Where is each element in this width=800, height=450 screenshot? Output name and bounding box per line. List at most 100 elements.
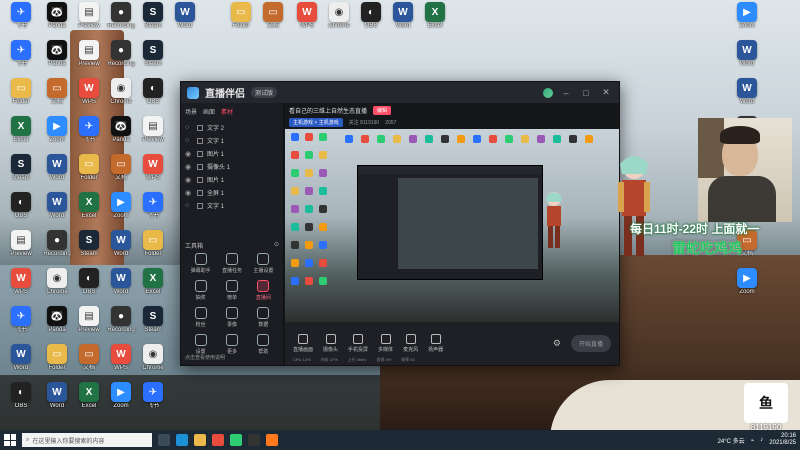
desktop-icon[interactable]: W Word bbox=[40, 154, 74, 182]
explorer-icon[interactable] bbox=[194, 434, 206, 446]
desktop-icon[interactable]: ▤ Preview bbox=[72, 2, 106, 30]
edge-icon[interactable] bbox=[176, 434, 188, 446]
bottom-toolbar-button[interactable]: 多媒体 bbox=[378, 334, 393, 353]
visibility-eye-icon[interactable]: ○ bbox=[185, 137, 193, 144]
desktop-icon[interactable]: ▤ Preview bbox=[136, 116, 170, 144]
weather-readout[interactable]: 24°C 多云 bbox=[718, 436, 745, 445]
visibility-eye-icon[interactable]: ◉ bbox=[185, 189, 193, 197]
desktop-icon[interactable]: W Word bbox=[40, 192, 74, 220]
desktop-icon[interactable]: ▭ 文档 bbox=[256, 2, 290, 30]
tool-button[interactable]: 数据 bbox=[248, 307, 279, 328]
bottom-toolbar-button[interactable]: 麦克风 bbox=[403, 334, 418, 353]
app-titlebar[interactable]: 直播伴侣 测试版 – □ ✕ bbox=[181, 82, 619, 103]
start-live-button[interactable]: 开始直播 bbox=[570, 335, 611, 352]
desktop-icon[interactable]: ◉Chrome bbox=[322, 2, 356, 30]
desktop-icon[interactable]: ◐ OBS bbox=[136, 78, 170, 106]
tool-button[interactable]: 设置 bbox=[185, 334, 216, 355]
edit-room-button[interactable]: 编辑 bbox=[373, 106, 392, 115]
desktop-icon[interactable]: ▭ 文档 bbox=[104, 154, 138, 182]
tool-button[interactable]: 更多 bbox=[216, 334, 247, 355]
desktop-icon[interactable]: W Word bbox=[168, 2, 202, 30]
visibility-eye-icon[interactable]: ◉ bbox=[185, 176, 193, 184]
desktop-icon[interactable]: W Word bbox=[730, 78, 764, 106]
bottom-toolbar-button[interactable]: 手机投屏 bbox=[348, 334, 368, 353]
desktop-icon[interactable]: W WPS bbox=[72, 78, 106, 106]
desktop-icon[interactable]: ◐ OBS bbox=[354, 2, 388, 30]
tool-button[interactable]: 粉丝 bbox=[185, 307, 216, 328]
desktop-icon[interactable]: ▭ Folder bbox=[224, 2, 258, 30]
visibility-eye-icon[interactable]: ○ bbox=[185, 124, 193, 131]
tab-view[interactable]: 画面 bbox=[203, 107, 215, 116]
desktop-icon[interactable]: ◐ OBS bbox=[72, 268, 106, 296]
desktop-icon[interactable]: W Word bbox=[104, 230, 138, 258]
bottom-toolbar-button[interactable]: 直播画面 bbox=[293, 334, 313, 353]
lock-icon[interactable] bbox=[197, 189, 203, 196]
scene-row[interactable]: ○ 文字 2 bbox=[185, 121, 279, 134]
tab-scene[interactable]: 场景 bbox=[185, 107, 197, 116]
desktop-icon[interactable]: ✈ 飞书 bbox=[4, 40, 38, 68]
desktop-icon[interactable]: 🐼Panda bbox=[104, 116, 138, 144]
desktop-icon[interactable]: S Steam bbox=[136, 306, 170, 334]
lock-icon[interactable] bbox=[197, 150, 203, 157]
desktop-icon[interactable]: ▤ Preview bbox=[72, 306, 106, 334]
taskbar-search[interactable]: ⌕ 在这里输入你要搜索的内容 bbox=[22, 433, 152, 447]
desktop-icon[interactable]: ▤ Preview bbox=[72, 40, 106, 68]
desktop-icon[interactable]: W Word bbox=[40, 382, 74, 410]
desktop-icon[interactable]: S Steam bbox=[136, 2, 170, 30]
desktop-icon[interactable]: ●Recording bbox=[104, 2, 138, 30]
desktop-icon[interactable]: ✈ 飞书 bbox=[4, 306, 38, 334]
settings-gear-icon[interactable]: ⚙ bbox=[553, 338, 561, 349]
desktop-icon[interactable]: ◉Chrome bbox=[104, 78, 138, 106]
scene-row[interactable]: ○ 文字 1 bbox=[185, 134, 279, 147]
live-app-icon[interactable] bbox=[266, 434, 278, 446]
tab-source[interactable]: 素材 bbox=[221, 107, 233, 116]
maximize-icon[interactable]: □ bbox=[579, 88, 593, 98]
visibility-eye-icon[interactable]: ○ bbox=[185, 202, 193, 209]
live-preview[interactable] bbox=[285, 129, 619, 324]
chrome-icon[interactable] bbox=[212, 434, 224, 446]
obs-icon[interactable] bbox=[248, 434, 260, 446]
desktop-icon[interactable]: ▶ Zoom bbox=[730, 2, 764, 30]
scene-row[interactable]: ○ 文字 1 bbox=[185, 199, 279, 212]
scene-row[interactable]: ◉ 摄像头 1 bbox=[185, 160, 279, 173]
tool-button[interactable]: 抽奖 bbox=[185, 280, 216, 301]
desktop-icon[interactable]: X Excel bbox=[4, 116, 38, 144]
desktop-icon[interactable]: ●Recording bbox=[40, 230, 74, 258]
tool-button[interactable]: 榜单 bbox=[216, 280, 247, 301]
desktop-icon[interactable]: ▭ Folder bbox=[72, 154, 106, 182]
desktop-icon[interactable]: ▤ Preview bbox=[4, 230, 38, 258]
user-avatar[interactable] bbox=[543, 87, 553, 98]
tool-button[interactable]: 直播间 bbox=[248, 280, 279, 301]
desktop-icon[interactable]: ▶ Zoom bbox=[40, 116, 74, 144]
bottom-toolbar-button[interactable]: 扬声器 bbox=[428, 334, 443, 353]
help-link[interactable]: 点击查看使用说明 bbox=[185, 354, 225, 361]
lock-icon[interactable] bbox=[197, 202, 203, 209]
desktop-icon[interactable]: 🐼Panda bbox=[40, 2, 74, 30]
desktop-icon[interactable]: ✈ 飞书 bbox=[136, 382, 170, 410]
desktop-icon[interactable]: X Excel bbox=[72, 192, 106, 220]
tool-button[interactable]: 帮助 bbox=[248, 334, 279, 355]
desktop-icon[interactable]: ▭ 文档 bbox=[72, 344, 106, 372]
desktop-icon[interactable]: W WPS bbox=[290, 2, 324, 30]
taskview-icon[interactable] bbox=[158, 434, 170, 446]
desktop-icon[interactable]: W WPS bbox=[136, 154, 170, 182]
clock[interactable]: 20:16 2021/8/25 bbox=[769, 433, 796, 447]
visibility-eye-icon[interactable]: ◉ bbox=[185, 150, 193, 158]
desktop-icon[interactable]: ◐ OBS bbox=[4, 382, 38, 410]
tool-button[interactable]: 主播设置 bbox=[248, 253, 279, 274]
desktop-icon[interactable]: ◉Chrome bbox=[136, 344, 170, 372]
tool-button[interactable]: 录像 bbox=[216, 307, 247, 328]
wechat-icon[interactable] bbox=[230, 434, 242, 446]
desktop-icon[interactable]: X Excel bbox=[72, 382, 106, 410]
network-icon[interactable]: ⌁ bbox=[751, 437, 755, 444]
desktop-icon[interactable]: W WPS bbox=[4, 268, 38, 296]
desktop-icon[interactable]: 🐼Panda bbox=[40, 40, 74, 68]
scene-row[interactable]: ◉ 全屏 1 bbox=[185, 186, 279, 199]
desktop-icon[interactable]: ●Recording bbox=[104, 40, 138, 68]
tool-button[interactable]: 弹幕助手 bbox=[185, 253, 216, 274]
desktop-icon[interactable]: ▭ Folder bbox=[136, 230, 170, 258]
desktop-icon[interactable]: ✈ 飞书 bbox=[72, 116, 106, 144]
scene-row[interactable]: ◉ 图片 1 bbox=[185, 173, 279, 186]
desktop-icon[interactable]: S Steam bbox=[72, 230, 106, 258]
desktop-icon[interactable]: ▶ Zoom bbox=[730, 268, 764, 296]
